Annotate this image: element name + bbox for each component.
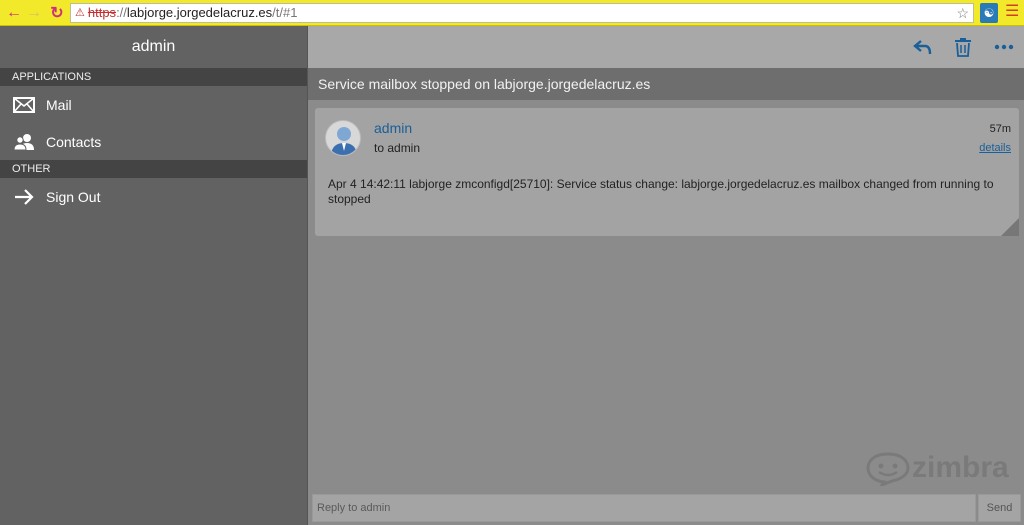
message-subject: Service mailbox stopped on labjorge.jorg… [308,68,1024,100]
message-card: admin to admin 57m details Apr 4 14:42:1… [315,108,1019,236]
reply-bar: Send [308,492,1024,525]
mail-icon [12,95,36,115]
zimbra-logo-text: zimbra [912,451,1009,484]
message-body: Apr 4 14:42:11 labjorge zmconfigd[25710]… [328,177,994,206]
url-scheme: https [87,5,117,20]
sidebar-item-label: Sign Out [46,188,101,205]
forward-arrow-icon[interactable]: → [24,3,44,23]
url-separator: :// [116,5,127,20]
reload-icon[interactable]: ↻ [47,3,67,23]
message-view: Service mailbox stopped on labjorge.jorg… [307,26,1024,525]
contacts-icon [12,132,36,152]
send-button[interactable]: Send [978,494,1021,522]
details-link[interactable]: details [979,142,1011,154]
sidebar-user-title: admin [131,38,176,55]
sidebar-item-mail[interactable]: Mail [0,86,307,123]
url-path: /t/#1 [272,5,298,20]
more-dots-icon[interactable] [992,35,1016,59]
reply-input[interactable] [312,494,976,522]
browser-toolbar: ← → ↻ ⚠ https://labjorge.jorgedelacruz.e… [0,0,1024,26]
extension-icon[interactable]: ☯ [980,3,998,23]
arrow-right-icon [12,187,36,207]
address-bar[interactable]: ⚠ https://labjorge.jorgedelacruz.es/t/#1… [70,3,974,23]
message-time: 57m [989,123,1011,135]
recipient-line: to admin [374,141,421,155]
sidebar-item-label: Mail [46,96,72,113]
section-header-applications: APPLICATIONS [0,68,307,86]
sender-name[interactable]: admin [374,120,412,136]
avatar [325,120,361,156]
sidebar: admin APPLICATIONS Mail Contacts OTHER S… [0,26,307,525]
section-header-other: OTHER [0,160,307,178]
url-host: labjorge.jorgedelacruz.es [126,5,273,20]
resize-handle[interactable] [1001,218,1019,236]
insecure-lock-icon: ⚠ [75,7,85,19]
zimbra-logo: zimbra [864,450,1009,486]
sidebar-item-contacts[interactable]: Contacts [0,123,307,160]
hamburger-menu-icon[interactable]: ☰ [1005,4,1019,22]
message-toolbar [308,26,1024,68]
trash-icon[interactable] [951,35,975,59]
back-arrow-icon[interactable]: ← [4,3,24,23]
sidebar-item-sign-out[interactable]: Sign Out [0,178,307,215]
star-icon[interactable]: ☆ [956,4,969,22]
reply-icon[interactable] [911,35,935,59]
sidebar-item-label: Contacts [46,133,102,150]
